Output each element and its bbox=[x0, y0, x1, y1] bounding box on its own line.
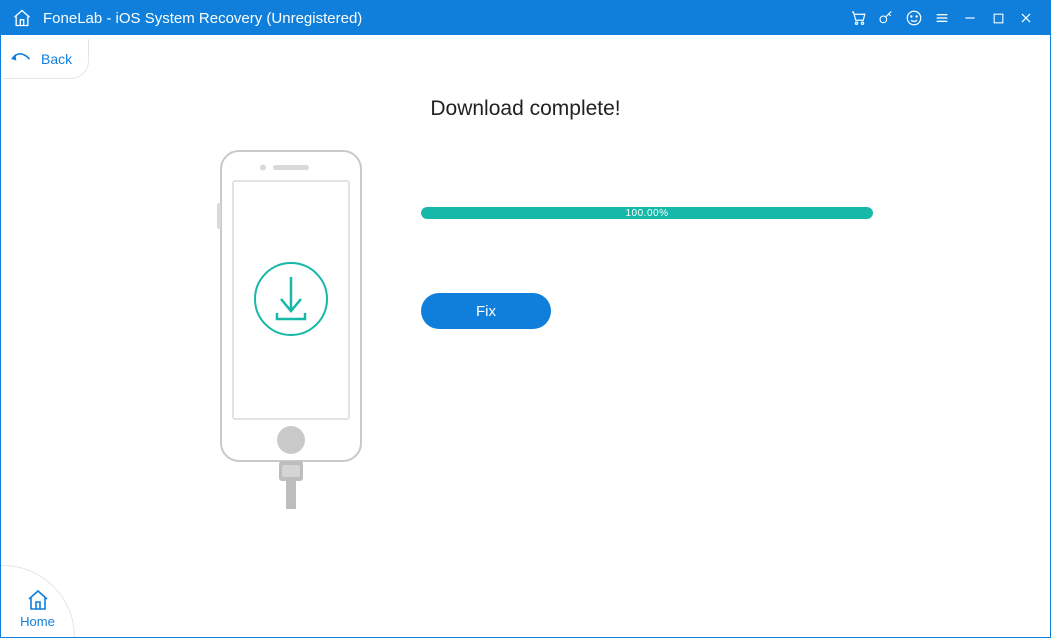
main-content: Download complete! bbox=[1, 81, 1050, 637]
phone-illustration bbox=[201, 149, 381, 509]
close-icon[interactable] bbox=[1012, 4, 1040, 32]
minimize-icon[interactable] bbox=[956, 4, 984, 32]
back-button[interactable]: Back bbox=[3, 39, 89, 79]
cart-icon[interactable] bbox=[844, 4, 872, 32]
home-icon bbox=[26, 588, 50, 612]
title-bar: FoneLab - iOS System Recovery (Unregiste… bbox=[1, 1, 1050, 35]
window-title: FoneLab - iOS System Recovery (Unregiste… bbox=[43, 10, 362, 27]
home-label: Home bbox=[20, 614, 55, 629]
home-icon[interactable] bbox=[9, 5, 35, 31]
maximize-icon[interactable] bbox=[984, 4, 1012, 32]
feedback-icon[interactable] bbox=[900, 4, 928, 32]
progress-percent: 100.00% bbox=[421, 207, 873, 219]
page-title: Download complete! bbox=[1, 97, 1050, 121]
back-arrow-icon bbox=[9, 51, 31, 67]
progress-bar: 100.00% bbox=[421, 207, 873, 219]
back-label: Back bbox=[41, 51, 72, 67]
key-icon[interactable] bbox=[872, 4, 900, 32]
fix-button[interactable]: Fix bbox=[421, 293, 551, 329]
menu-icon[interactable] bbox=[928, 4, 956, 32]
